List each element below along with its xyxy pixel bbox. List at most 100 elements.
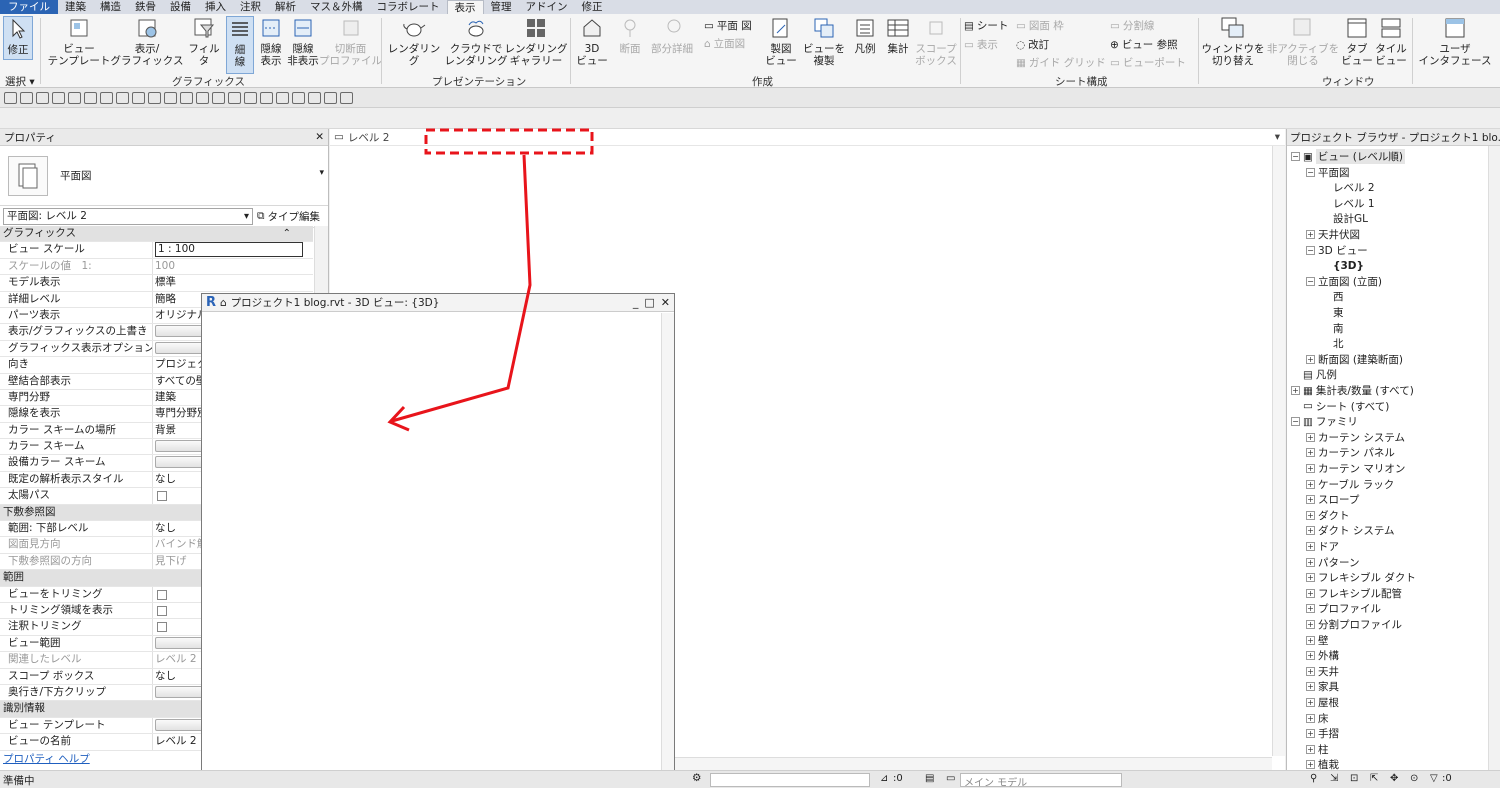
tree-item[interactable]: + 分割プロファイル [1306, 617, 1402, 632]
expand-icon[interactable]: + [1291, 386, 1300, 395]
visibility-graphics-button[interactable]: 表示/ グラフィックス [111, 16, 184, 67]
close-icon[interactable]: ✕ [661, 296, 670, 309]
expand-icon[interactable]: + [1306, 573, 1315, 583]
tree-item[interactable]: レベル 1 [1333, 196, 1375, 211]
menu-item[interactable]: コラボレート [370, 0, 447, 14]
model-icon[interactable]: ▭ [946, 773, 955, 784]
tree-item[interactable]: + フレキシブル配管 [1306, 586, 1402, 601]
user-interface-button[interactable]: ユーザ インタフェース [1418, 16, 1492, 67]
3d-view-window[interactable]: R ⌂ プロジェクト1 blog.rvt - 3D ビュー: {3D} _ □ … [201, 293, 675, 788]
menu-item[interactable]: 設備 [163, 0, 198, 14]
tree-item[interactable]: + ドア [1306, 539, 1339, 554]
callout-button[interactable]: 部分詳細 [650, 16, 694, 55]
expand-icon[interactable]: + [1306, 713, 1315, 723]
menu-item[interactable]: ファイル [0, 0, 58, 14]
tree-item[interactable]: + 壁 [1306, 633, 1329, 648]
tree-item[interactable]: + ダクト システム [1306, 523, 1395, 538]
matchline-button[interactable]: ▭ 分割線 [1110, 18, 1154, 33]
more-icon[interactable] [340, 91, 353, 104]
collapse-icon[interactable]: ⌃ [283, 226, 291, 241]
tree-item[interactable]: + 床 [1306, 711, 1329, 726]
collapse-icon[interactable]: − [1291, 417, 1300, 427]
minimize-icon[interactable]: _ [633, 296, 639, 309]
revision-button[interactable]: ◌ 改訂 [1016, 37, 1049, 52]
menu-item[interactable]: アドイン [519, 0, 575, 14]
workset-dropdown[interactable] [710, 773, 870, 787]
expand-icon[interactable]: + [1306, 651, 1315, 661]
menu-item[interactable]: 修正 [575, 0, 610, 14]
instance-dropdown[interactable]: 平面図: レベル 2 [3, 208, 253, 225]
tab-views-button[interactable]: タブ ビュー [1340, 16, 1374, 67]
property-value[interactable]: 標準 [153, 275, 313, 290]
cut-profile-button[interactable]: 切断面 プロファイル [319, 16, 382, 67]
checkbox[interactable] [157, 589, 167, 600]
tree-item[interactable]: + ダクト [1306, 508, 1350, 523]
measure-icon[interactable] [100, 91, 113, 104]
render-gallery-button[interactable]: レンダリング ギャラリー [505, 16, 568, 67]
checkbox[interactable] [157, 491, 167, 502]
tree-item[interactable]: ▭ シート (すべて) [1303, 399, 1389, 414]
tree-item[interactable]: + 断面図 (建築断面) [1306, 352, 1403, 367]
tree-item[interactable]: −3D ビュー [1306, 243, 1368, 258]
duplicate-view-button[interactable]: ビューを 複製 [802, 16, 846, 67]
menu-item[interactable]: マス＆外構 [303, 0, 370, 14]
tab-menu-icon[interactable]: ▾ [1275, 131, 1285, 143]
expand-icon[interactable]: + [1306, 729, 1315, 739]
menu-item[interactable]: 注釈 [233, 0, 268, 14]
viewports-button[interactable]: ▭ ビューポート [1110, 55, 1186, 70]
tree-item[interactable]: + カーテン システム [1306, 430, 1405, 445]
tree-item[interactable]: レベル 2 [1333, 180, 1375, 195]
thin-lines-button[interactable]: 細 線 [226, 16, 254, 74]
print-icon[interactable] [84, 91, 97, 104]
tree-item[interactable]: {3D} [1333, 258, 1364, 273]
tree-item[interactable]: + 家具 [1306, 679, 1339, 694]
expand-icon[interactable]: + [1306, 495, 1315, 505]
sheet-button[interactable]: ▤ シート [964, 18, 1008, 33]
tree-item[interactable]: + カーテン パネル [1306, 445, 1395, 460]
expand-icon[interactable]: + [1306, 760, 1315, 770]
menu-item[interactable]: 管理 [484, 0, 519, 14]
view-reference-button[interactable]: ⊕ ビュー 参照 [1110, 37, 1178, 52]
expand-icon[interactable]: + [1306, 604, 1315, 614]
tree-item[interactable]: 西 [1333, 289, 1344, 304]
menu-item[interactable]: 建築 [58, 0, 93, 14]
checkbox[interactable] [157, 622, 167, 633]
modify-button[interactable]: 修正 [3, 16, 33, 60]
close-hidden-icon[interactable] [212, 91, 225, 104]
filter-count-icon[interactable]: ⊿ [880, 773, 888, 784]
tree-item[interactable]: + 天井伏図 [1306, 227, 1360, 242]
properties-help-link[interactable]: プロパティ ヘルプ [3, 751, 90, 766]
hidden-elements-icon[interactable]: ⊙ [1410, 773, 1418, 784]
elevation-button[interactable]: ⌂ 立面図 [704, 36, 745, 51]
tree-item[interactable]: + スロープ [1306, 492, 1359, 507]
expand-icon[interactable]: + [1306, 698, 1315, 707]
expand-icon[interactable]: + [1306, 464, 1315, 473]
filter-icon[interactable]: ▽ [1430, 773, 1438, 784]
expand-icon[interactable]: + [1306, 620, 1315, 629]
tree-item[interactable]: 南 [1333, 321, 1344, 336]
tree-item[interactable]: + カーテン マリオン [1306, 461, 1405, 476]
chevron-down-icon[interactable]: ▾ [319, 168, 324, 178]
expand-icon[interactable]: + [1306, 635, 1315, 645]
tree-item[interactable]: + プロファイル [1306, 601, 1381, 616]
design-option-icon[interactable]: ▤ [925, 773, 934, 784]
collapse-icon[interactable]: − [1306, 167, 1315, 177]
collapse-icon[interactable]: − [1291, 152, 1300, 161]
collapse-icon[interactable]: − [1306, 245, 1315, 255]
expand-icon[interactable]: + [1306, 666, 1315, 676]
undo-icon[interactable] [52, 91, 65, 104]
ref-icon[interactable] [276, 91, 289, 104]
menu-item[interactable]: 挿入 [198, 0, 233, 14]
expand-icon[interactable]: + [1306, 588, 1315, 598]
switch-icon[interactable] [228, 91, 241, 104]
tree-item[interactable]: + ケーブル ラック [1306, 477, 1394, 492]
3d-window-scrollbar[interactable] [661, 313, 674, 787]
text-icon[interactable] [148, 91, 161, 104]
menu-item[interactable]: 鉄骨 [128, 0, 163, 14]
face-select-icon[interactable]: ⇱ [1370, 773, 1378, 784]
filter-button[interactable]: フィルタ [184, 16, 224, 67]
expand-icon[interactable]: + [1306, 744, 1315, 754]
3d-icon[interactable] [164, 91, 177, 104]
expand-icon[interactable]: + [1306, 479, 1315, 489]
tree-item[interactable]: 東 [1333, 305, 1344, 320]
